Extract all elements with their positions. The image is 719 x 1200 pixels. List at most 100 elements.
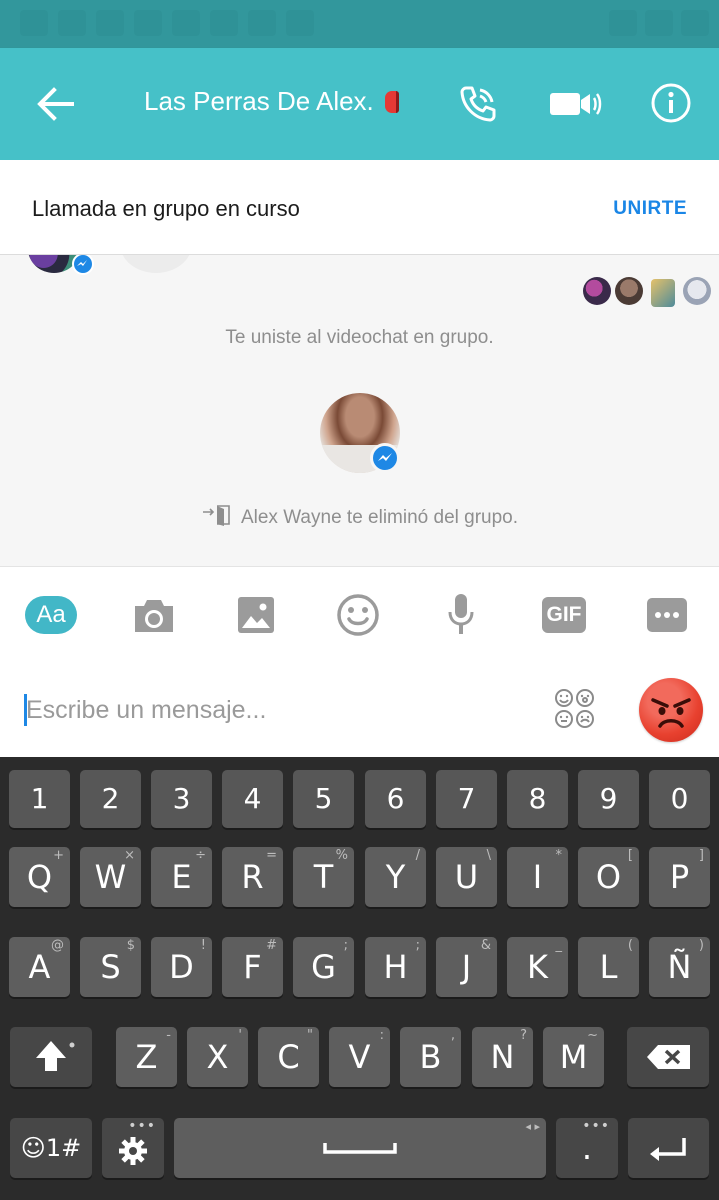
key-6[interactable]: 6 [365,770,426,828]
key-label: 9 [599,782,618,815]
symbols-key[interactable]: ☺1# [10,1118,92,1178]
key-k[interactable]: _ K [507,937,568,997]
emoji-grid-icon [555,689,594,728]
emoji-icon [337,594,379,636]
key-hint: ÷ [195,848,206,863]
shift-key[interactable] [10,1027,92,1087]
key-l[interactable]: (L [578,937,639,997]
messenger-icon [248,10,276,36]
key-label: L [599,948,618,986]
key-2[interactable]: 2 [80,770,141,828]
key-label: Z [135,1038,158,1076]
key-hint: ] [698,848,704,863]
key-label: R [241,858,264,896]
key-ñ[interactable]: ) Ñ [649,937,710,997]
voice-message-button[interactable] [446,592,476,638]
gallery-button[interactable] [236,592,276,638]
more-button[interactable] [646,592,688,638]
key-d[interactable]: ! D [151,937,212,997]
key-hint: ) [698,938,704,953]
key-hint: # [266,938,277,953]
quick-reaction-button[interactable] [639,678,703,742]
key-8[interactable]: 8 [507,770,568,828]
shift-arrow-icon [36,1041,75,1071]
key-label: 8 [528,782,547,815]
period-key[interactable]: ••• . [556,1118,618,1178]
camera-button[interactable] [132,592,176,638]
key-j[interactable]: & J [436,937,497,997]
app-icon [286,10,314,36]
key-hint: ( [627,938,633,953]
key-hint: ; [343,938,348,953]
key-e[interactable]: ÷ E [151,847,212,907]
key-label: 7 [457,782,476,815]
key-label: 5 [314,782,333,815]
facebook-icon [96,10,124,36]
emoji-picker-button[interactable] [552,687,598,731]
key-m[interactable]: ~ M [543,1027,604,1087]
message-list[interactable]: Te uniste al videochat en grupo. Alex Wa… [0,255,719,566]
arrow-left-icon [37,87,74,121]
key-label: Ñ [667,948,692,986]
key-4[interactable]: 4 [222,770,283,828]
key-v[interactable]: :V [329,1027,390,1087]
key-1[interactable]: 1 [9,770,70,828]
key-c[interactable]: " C [258,1027,319,1087]
key-5[interactable]: 5 [293,770,354,828]
key-hint: + [53,848,64,863]
space-key[interactable]: ◂ ▸ [174,1118,546,1178]
key-h[interactable]: ; H [365,937,426,997]
key-a[interactable]: @ A [9,937,70,997]
key-p[interactable]: ] P [649,847,710,907]
composer-toolbar: Aa GIF [0,566,719,662]
messenger-badge-icon [370,443,400,473]
settings-key[interactable]: ••• [102,1118,164,1178]
video-call-button[interactable] [548,86,602,122]
enter-key[interactable] [628,1118,709,1178]
key-o[interactable]: [O [578,847,639,907]
key-t[interactable]: % T [293,847,354,907]
voice-call-button[interactable] [458,84,498,124]
key-label: Q [26,858,53,896]
key-7[interactable]: 7 [436,770,497,828]
key-q[interactable]: + Q [9,847,70,907]
key-hint: - [166,1028,171,1043]
key-label: U [454,858,479,896]
backspace-key[interactable] [627,1027,709,1087]
key-hint: % [335,848,348,863]
key-g[interactable]: ; G [293,937,354,997]
conversation-title[interactable]: Las Perras De Alex. [144,86,400,117]
video-camera-icon [550,93,602,115]
join-call-button[interactable]: UNIRTE [613,198,687,220]
key-label: N [490,1038,515,1076]
message-bubble [120,255,192,273]
key-u[interactable]: \ U [436,847,497,907]
key-3[interactable]: 3 [151,770,212,828]
text-aa-button[interactable]: Aa [25,596,77,634]
key-label: B [419,1038,442,1076]
info-button[interactable] [650,82,692,124]
key-i[interactable]: * I [507,847,568,907]
airplane-icon [645,10,673,36]
key-label: I [532,858,543,896]
message-input[interactable] [26,692,506,728]
key-b[interactable]: ,B [400,1027,461,1087]
key-w[interactable]: × W [80,847,141,907]
key-hint: : [379,1028,384,1043]
emoji-button[interactable] [336,592,380,638]
back-button[interactable] [34,82,78,126]
key-x[interactable]: ' X [187,1027,248,1087]
key-9[interactable]: 9 [578,770,639,828]
key-hint: , [450,1028,455,1043]
gallery-icon [238,597,274,633]
key-s[interactable]: $ S [80,937,141,997]
key-label: F [243,948,262,986]
key-n[interactable]: ? N [472,1027,533,1087]
gif-button[interactable]: GIF [541,592,587,638]
key-y[interactable]: / Y [365,847,426,907]
key-f[interactable]: # F [222,937,283,997]
key-r[interactable]: = R [222,847,283,907]
key-0[interactable]: 0 [649,770,710,828]
key-z[interactable]: -Z [116,1027,177,1087]
leave-group-icon [202,505,230,526]
